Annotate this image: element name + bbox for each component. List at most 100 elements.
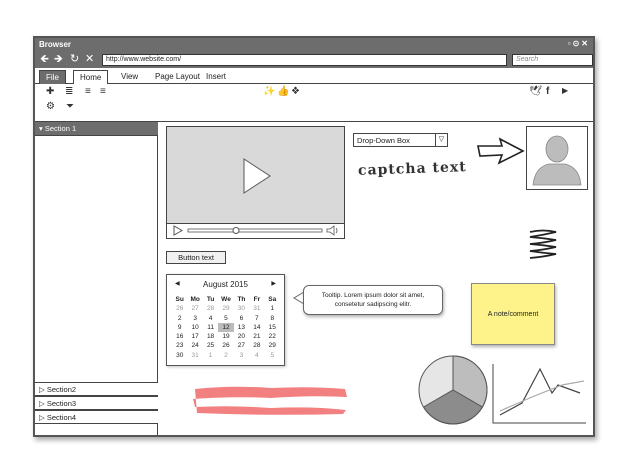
calendar-day[interactable]: 28 (249, 341, 264, 350)
video-controls (167, 223, 344, 238)
line-chart-icon (492, 364, 586, 424)
video-player[interactable] (166, 126, 345, 239)
calendar-day[interactable]: 20 (234, 332, 249, 341)
video-control-strip (173, 225, 338, 236)
window-title: Browser (39, 40, 72, 49)
chevron-down-icon[interactable]: ▽ (435, 134, 447, 146)
seek-handle (232, 227, 240, 234)
browser-window: Browser ▫⊙✕ 🡸 🡺 ↻ ✕ http://www.website.c… (33, 36, 595, 437)
back-icon[interactable]: 🡸 (40, 53, 49, 66)
calendar-weekday: We (221, 296, 231, 303)
tooltip: Tooltip. Lorem ipsum dolor sit amet, con… (303, 285, 443, 315)
calendar-day[interactable]: 23 (172, 341, 187, 350)
calendar-day[interactable]: 1 (203, 351, 218, 360)
url-field[interactable]: http://www.website.com/ (102, 54, 507, 66)
calendar-grid: Su Mo Tu We Th Fr Sa 26 27 28 29 30 31 1… (172, 295, 280, 360)
calendar-day[interactable]: 29 (265, 341, 280, 350)
calendar-day[interactable]: 29 (218, 304, 233, 313)
stop-icon[interactable]: ✕ (85, 53, 94, 66)
sidebar-section-label: Section3 (46, 399, 77, 408)
calendar-day[interactable]: 4 (203, 314, 218, 323)
calendar-day[interactable]: 21 (249, 332, 264, 341)
facebook-icon[interactable]: f (546, 86, 549, 97)
calendar-day[interactable]: 6 (234, 314, 249, 323)
text-button[interactable]: Button text (166, 251, 226, 264)
sidebar-section-2[interactable]: ▷ Section2 (35, 382, 158, 396)
sidebar-section-label: Section2 (46, 385, 77, 394)
scribble-icon (529, 229, 557, 259)
align-center-icon[interactable]: ≣ (65, 86, 73, 97)
gear-icon[interactable]: ⚙ (46, 101, 55, 112)
highlight-marker (193, 386, 347, 415)
forward-icon[interactable]: 🡺 (54, 53, 63, 66)
captcha-text: captcha text (357, 159, 467, 179)
calendar-day[interactable]: 17 (187, 332, 202, 341)
calendar-day[interactable]: 28 (203, 304, 218, 313)
search-input[interactable]: Search (512, 54, 593, 66)
address-bar: 🡸 🡺 ↻ ✕ http://www.website.com/ Search (35, 52, 593, 68)
tab-view[interactable]: View (115, 70, 144, 83)
calendar-day[interactable]: 30 (234, 304, 249, 313)
calendar-weekday: Mo (190, 296, 200, 303)
calendar-day[interactable]: 14 (249, 323, 264, 332)
calendar-day[interactable]: 3 (234, 351, 249, 360)
tab-file[interactable]: File (39, 70, 66, 84)
calendar-day[interactable]: 2 (172, 314, 187, 323)
tab-page-layout[interactable]: Page Layout (149, 70, 206, 83)
add-icon[interactable]: ✚ (46, 86, 54, 97)
youtube-icon[interactable]: ▶ (562, 86, 568, 95)
sidebar-section-label: Section 1 (44, 124, 77, 133)
calendar-day[interactable]: 22 (265, 332, 280, 341)
calendar-weekday: Th (237, 296, 246, 303)
tab-home[interactable]: Home (73, 70, 109, 85)
title-bar: Browser ▫⊙✕ (35, 38, 593, 52)
calendar-day[interactable]: 10 (187, 323, 202, 332)
calendar-day[interactable]: 19 (218, 332, 233, 341)
sidebar-section-3[interactable]: ▷ Section3 (35, 396, 158, 410)
play-icon (173, 225, 184, 236)
calendar-day[interactable]: 25 (203, 341, 218, 350)
align-left-icon[interactable]: ≡ (85, 86, 91, 97)
thumbs-up-icon[interactable]: 👍 (277, 86, 289, 97)
calendar-day[interactable]: 8 (265, 314, 280, 323)
calendar-day[interactable]: 31 (187, 351, 202, 360)
calendar-day[interactable]: 31 (249, 304, 264, 313)
calendar-day[interactable]: 26 (218, 341, 233, 350)
calendar-day[interactable]: 7 (249, 314, 264, 323)
calendar-day[interactable]: 16 (172, 332, 187, 341)
play-large-icon[interactable] (167, 127, 346, 225)
calendar-day[interactable]: 3 (187, 314, 202, 323)
sidebar-section-4[interactable]: ▷ Section4 (35, 410, 158, 424)
calendar-day[interactable]: 30 (172, 351, 187, 360)
expand-icon: ▷ (39, 413, 45, 422)
calendar-day[interactable]: 11 (203, 323, 218, 332)
calendar-day[interactable]: 15 (265, 323, 280, 332)
filter-icon[interactable]: ⏷ (66, 101, 74, 112)
calendar-day[interactable]: 27 (187, 304, 202, 313)
calendar-day[interactable]: 5 (218, 314, 233, 323)
magic-wand-icon[interactable]: ✨ (263, 86, 275, 97)
sidebar-section-1[interactable]: ▾ Section 1 (35, 122, 158, 136)
calendar-day-selected[interactable]: 12 (218, 322, 234, 333)
align-right-icon[interactable]: ≡ (100, 86, 106, 97)
seek-bar (187, 228, 323, 233)
calendar-day[interactable]: 13 (234, 323, 249, 332)
window-controls[interactable]: ▫⊙✕ (568, 39, 590, 48)
calendar-day[interactable]: 27 (234, 341, 249, 350)
calendar-day[interactable]: 1 (265, 304, 280, 313)
calendar-day[interactable]: 4 (249, 351, 264, 360)
calendar-day[interactable]: 26 (172, 304, 187, 313)
calendar-day[interactable]: 2 (218, 351, 233, 360)
calendar: ◀ August 2015 ▶ Su Mo Tu We Th Fr Sa 26 … (166, 274, 285, 366)
tab-insert[interactable]: Insert (200, 70, 232, 83)
shapes-icon[interactable]: ❖ (291, 86, 300, 97)
calendar-day[interactable]: 18 (203, 332, 218, 341)
calendar-day[interactable]: 9 (172, 323, 187, 332)
sticky-note: A note/comment (471, 283, 555, 345)
calendar-day[interactable]: 24 (187, 341, 202, 350)
drop-down-box[interactable]: Drop-Down Box ▽ (353, 133, 448, 147)
calendar-next-button[interactable]: ▶ (271, 280, 276, 287)
twitter-icon[interactable]: 🕊 (529, 86, 542, 97)
reload-icon[interactable]: ↻ (70, 53, 79, 66)
calendar-day[interactable]: 5 (265, 351, 280, 360)
